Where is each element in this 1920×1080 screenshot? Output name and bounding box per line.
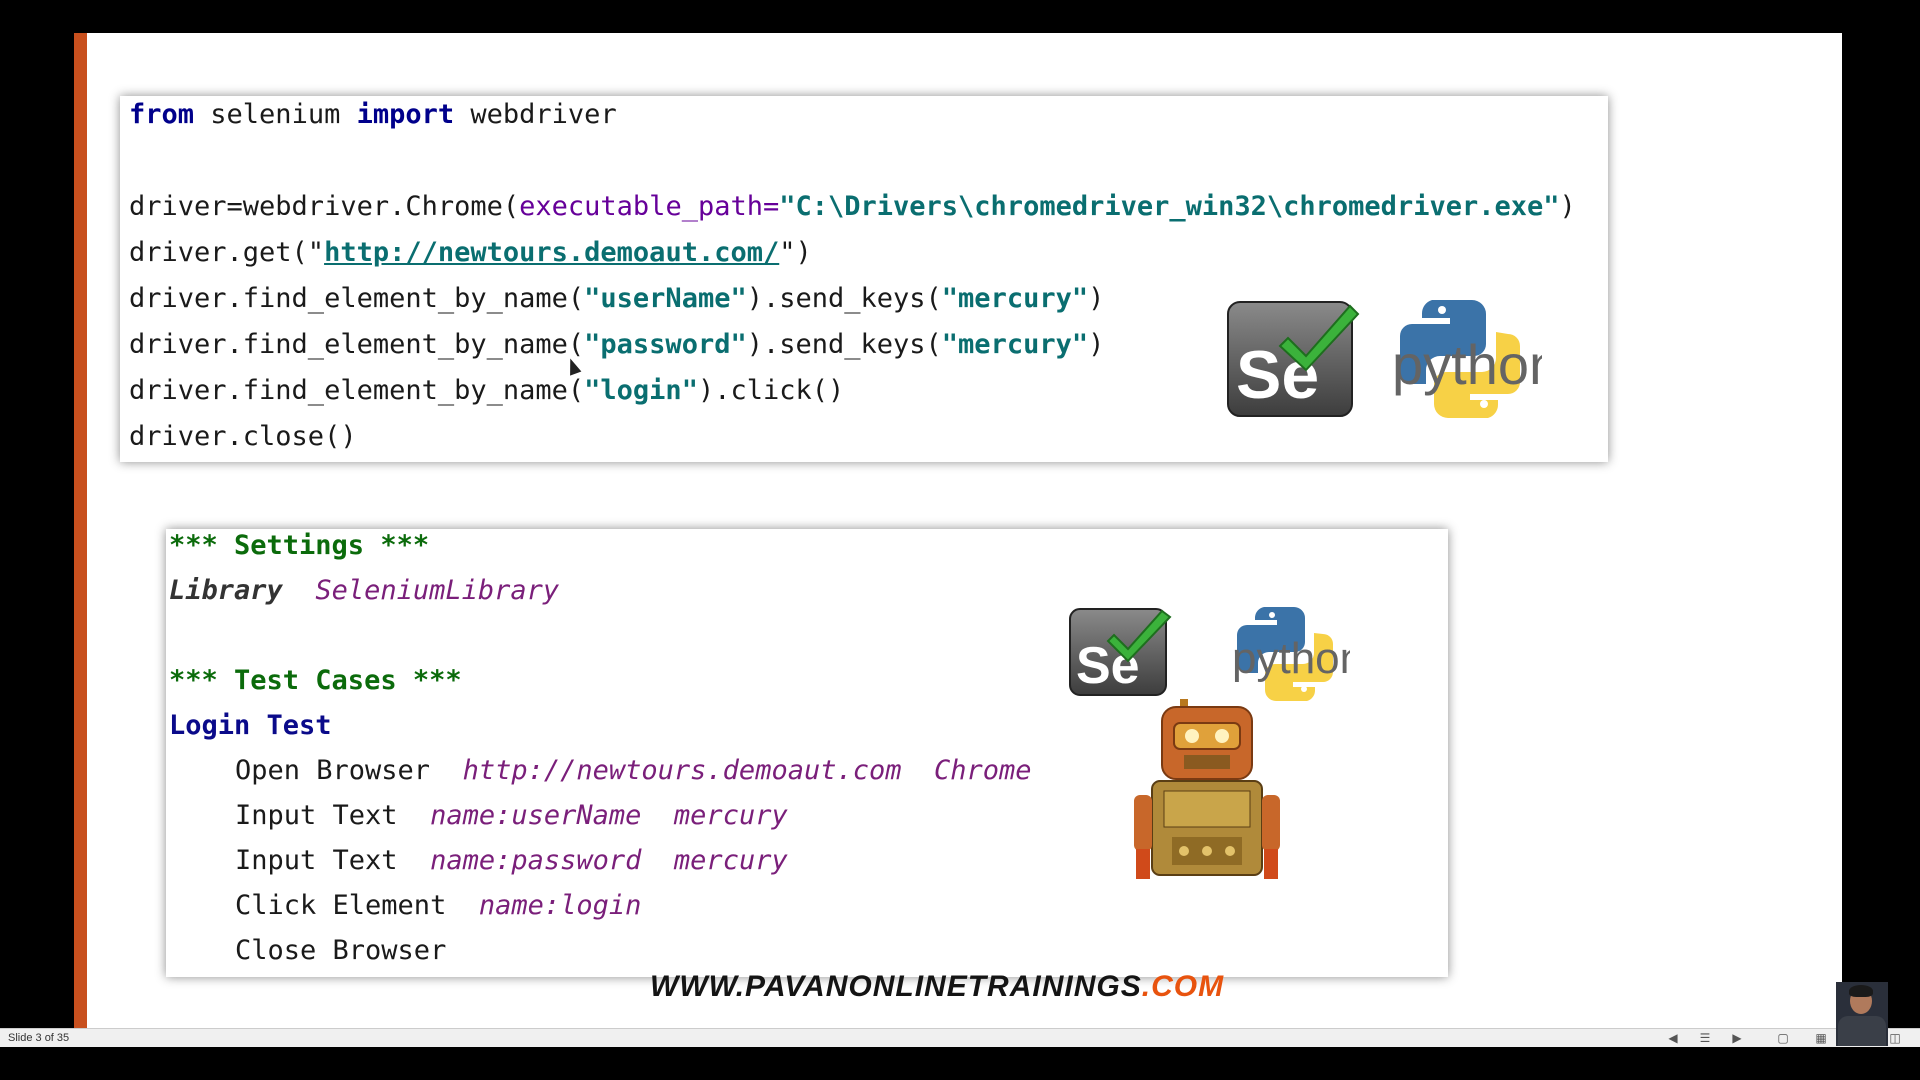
string-literal: "mercury" — [941, 329, 1089, 360]
testcases-header: *** Test Cases *** — [169, 665, 462, 696]
string-literal: "login" — [584, 375, 698, 406]
code-text: ).click() — [697, 375, 845, 406]
python-logo-text: python — [1232, 634, 1350, 683]
code-line: from selenium import webdriver — [129, 99, 617, 131]
code-line: driver.close() — [129, 421, 357, 452]
slide-counter: Slide 3 of 35 — [8, 1032, 70, 1044]
code-line: driver=webdriver.Chrome(executable_path=… — [129, 191, 1576, 223]
step-argument: Chrome — [934, 755, 1032, 786]
code-text: driver=webdriver.Chrome( — [129, 191, 520, 222]
site-watermark: WWW.PAVANONLINETRAININGS.COM — [650, 970, 1224, 1004]
test-step: Click Element name:login — [235, 890, 641, 922]
step-keyword: Click Element — [235, 890, 447, 921]
code-text: driver.get(" — [129, 237, 325, 268]
slide-sorter-icon[interactable]: ▦ — [1814, 1031, 1828, 1045]
test-step: Open Browser http://newtours.demoaut.com… — [235, 755, 1032, 787]
url-link[interactable]: http://newtours.demoaut.com/ — [324, 237, 779, 268]
code-text: ) — [1088, 329, 1105, 360]
code-text: driver.find_element_by_name( — [129, 329, 585, 360]
param-name: executable_path= — [519, 191, 780, 222]
test-step: Input Text name:userName mercury — [235, 800, 788, 832]
selenium-logo-text: Se — [1236, 337, 1319, 413]
code-text: ).send_keys( — [746, 329, 942, 360]
step-argument: name:password — [430, 845, 642, 876]
watermark-suffix: .COM — [1141, 970, 1225, 1003]
code-line: driver.get("http://newtours.demoaut.com/… — [129, 237, 812, 269]
code-line: driver.find_element_by_name("userName").… — [129, 283, 1104, 315]
python-logo: python — [1392, 300, 1542, 418]
code-text: ) — [1088, 283, 1105, 314]
code-text: selenium — [194, 99, 357, 130]
code-text: webdriver — [454, 99, 617, 130]
code-text: driver.find_element_by_name( — [129, 283, 585, 314]
step-argument: name:userName — [430, 800, 642, 831]
step-argument: http://newtours.demoaut.com — [462, 755, 902, 786]
python-logo-small: python — [1232, 607, 1350, 701]
test-step: Close Browser — [235, 935, 447, 966]
step-argument: mercury — [673, 845, 788, 876]
python-code-box: from selenium import webdriver driver=we… — [120, 96, 1608, 462]
normal-view-icon[interactable]: ▢ — [1776, 1031, 1790, 1045]
next-slide-icon[interactable]: ▶ — [1730, 1031, 1744, 1045]
status-bar: Slide 3 of 35 ◀ ☰ ▶ ▢ ▦ ◫ — [0, 1028, 1920, 1047]
step-argument: mercury — [673, 800, 788, 831]
selenium-logo: Se — [1227, 301, 1360, 417]
string-literal: "C:\Drivers\chromedriver_win32\chromedri… — [779, 191, 1560, 222]
library-name: SeleniumLibrary — [315, 575, 560, 606]
watermark-main: WWW.PAVANONLINETRAININGS — [650, 970, 1142, 1003]
step-keyword: Open Browser — [235, 755, 431, 786]
code-text: driver.find_element_by_name( — [129, 375, 585, 406]
test-step: Input Text name:password mercury — [235, 845, 788, 877]
string-literal: "mercury" — [941, 283, 1089, 314]
step-keyword: Input Text — [235, 800, 398, 831]
code-line: driver.find_element_by_name("login").cli… — [129, 375, 844, 407]
slideshow-icon[interactable]: ◫ — [1888, 1031, 1902, 1045]
library-keyword: Library — [169, 575, 283, 606]
keyword: from — [129, 99, 195, 130]
code-text: ).send_keys( — [746, 283, 942, 314]
previous-slide-icon[interactable]: ◀ — [1666, 1031, 1680, 1045]
selenium-logo-small: Se — [1069, 608, 1172, 696]
code-text: ) — [1559, 191, 1576, 222]
settings-header: *** Settings *** — [169, 530, 430, 561]
code-line: driver.find_element_by_name("password").… — [129, 329, 1104, 361]
step-argument: name:login — [478, 890, 642, 921]
slide-accent-bar — [74, 33, 87, 1028]
test-case-name: Login Test — [169, 710, 332, 741]
slide-menu-icon[interactable]: ☰ — [1698, 1031, 1712, 1045]
step-keyword: Input Text — [235, 845, 398, 876]
string-literal: "password" — [584, 329, 747, 360]
string-literal: "userName" — [584, 283, 747, 314]
code-text: ") — [779, 237, 812, 268]
keyword: import — [356, 99, 455, 130]
presenter-webcam — [1836, 982, 1888, 1046]
library-line: Library SeleniumLibrary — [169, 575, 559, 607]
robot-image — [1134, 699, 1280, 879]
python-logo-text: python — [1392, 333, 1542, 396]
robot-code-box: *** Settings *** Library SeleniumLibrary… — [166, 529, 1448, 977]
